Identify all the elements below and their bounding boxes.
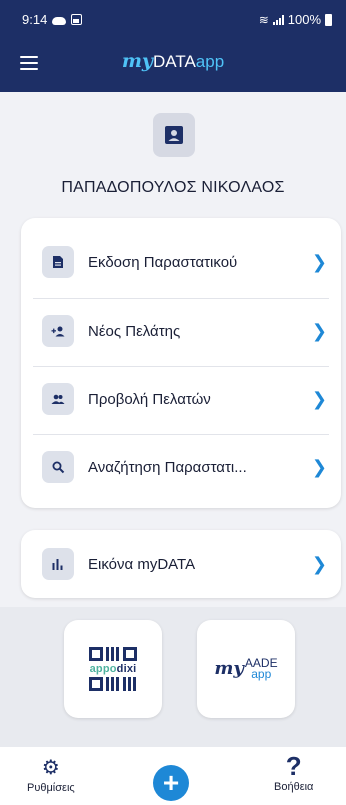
menu-item-label: Προβολή Πελατών [88,390,211,408]
add-button[interactable]: + [153,765,189,801]
nav-help[interactable]: ? Βοήθεια [274,753,313,793]
menu-item-label: Εικόνα myDATA [88,555,196,573]
status-time: 9:14 [22,12,48,27]
nav-settings[interactable]: ⚙ Ρυθμίσεις [27,757,75,794]
app-header: 9:14 ≋ 100% myDATAapp [0,0,346,92]
chevron-right-icon: ❯ [311,388,327,409]
help-icon: ? [285,751,302,781]
chevron-right-icon: ❯ [311,456,327,477]
user-name: ΠΑΠΑΔΟΠΟΥΛΟΣ ΝΙΚΟΛΑΟΣ [61,179,285,196]
menu-item-label: Αναζήτηση Παραστατι... [88,458,247,476]
nav-settings-label: Ρυθμίσεις [27,782,75,794]
menu-item-new-customer[interactable]: Νέος Πελάτης ❯ [21,303,341,359]
divider [33,366,329,367]
plus-icon: + [162,767,180,798]
qr-code-icon [89,647,137,661]
menu-item-label: Νέος Πελάτης [88,322,181,340]
chevron-right-icon: ❯ [311,251,327,272]
cloud-icon [52,16,67,25]
menu-item-issue-document[interactable]: Εκδοση Παραστατικού ❯ [21,234,341,290]
gear-icon: ⚙ [41,757,60,779]
menu-item-view-customers[interactable]: Προβολή Πελατών ❯ [21,371,341,427]
search-icon [42,451,74,483]
menu-item-search-documents[interactable]: Αναζήτηση Παραστατι... ❯ [21,439,341,495]
bar-chart-icon [42,548,74,580]
myaade-logo: my AADE app [214,656,278,681]
menu-item-mydata-overview[interactable]: Εικόνα myDATA ❯ [21,536,341,592]
chevron-right-icon: ❯ [311,320,327,341]
divider [33,298,329,299]
add-user-icon [42,315,74,347]
myaade-app-tile[interactable]: my AADE app [197,620,295,718]
divider [33,434,329,435]
mydata-app-logo: myDATAapp [121,50,225,72]
main-menu-card: Εκδοση Παραστατικού ❯ Νέος Πελάτης ❯ Προ… [21,218,341,508]
menu-item-label: Εκδοση Παραστατικού [88,253,238,271]
appodixi-logo-text: appodixi [89,663,137,675]
users-icon [42,383,74,415]
signal-icon [272,14,284,25]
status-bar: 9:14 ≋ 100% [0,0,346,36]
wifi-icon: ≋ [258,12,269,27]
battery-percentage: 100% [287,12,321,27]
avatar [153,113,195,157]
appodixi-app-tile[interactable]: appodixi [64,620,162,718]
image-icon [71,14,83,25]
qr-code-icon [89,677,137,691]
mydata-overview-card: Εικόνα myDATA ❯ [21,530,341,598]
chevron-right-icon: ❯ [311,553,327,574]
document-icon [42,246,74,278]
user-icon [165,126,183,144]
nav-help-label: Βοήθεια [274,781,314,793]
battery-icon [325,13,332,26]
